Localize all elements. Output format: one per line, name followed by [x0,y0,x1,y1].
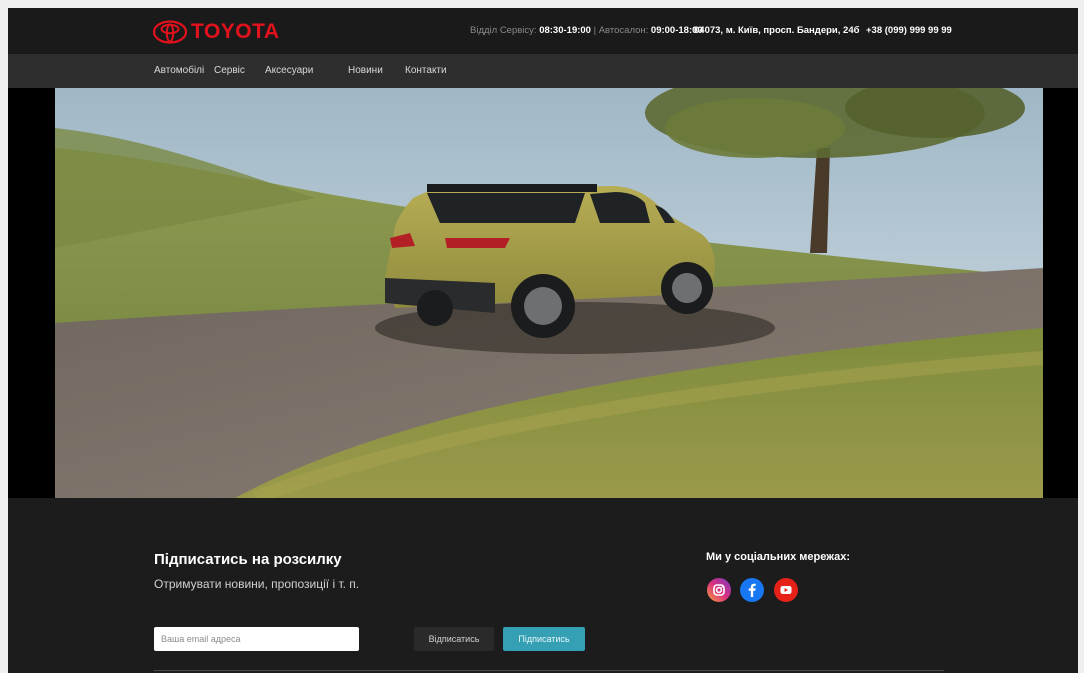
phone-number[interactable]: +38 (099) 999 99 99 [866,25,952,36]
newsletter-subtitle: Отримувати новини, пропозиції і т. п. [154,577,360,591]
showroom-label: Автосалон: [598,25,649,36]
subscribe-button[interactable]: Підписатись [503,627,585,651]
nav-item-accessories[interactable]: Аксесуари [265,65,313,76]
hero-image [55,88,1043,498]
toyota-emblem-icon [152,20,188,44]
hero-scene-illustration [55,88,1043,498]
newsletter-title: Підписатись на розсилку [154,551,342,568]
unsubscribe-button[interactable]: Відписатись [414,627,494,651]
top-bar: TOYOTA Відділ Сервісу: 08:30-19:00 | Авт… [8,8,1078,54]
facebook-icon[interactable] [740,578,764,602]
nav-item-contacts[interactable]: Контакти [405,65,447,76]
hours-separator: | [593,25,597,36]
social-title: Ми у соціальних мережах: [706,551,851,563]
nav-item-cars[interactable]: Автомобілі [154,65,204,76]
instagram-icon[interactable] [707,578,731,602]
address: 04073, м. Київ, просп. Бандери, 24б [694,25,860,36]
working-hours: Відділ Сервісу: 08:30-19:00 | Автосалон:… [470,25,703,36]
nav-item-news[interactable]: Новини [348,65,383,76]
service-label: Відділ Сервісу: [470,25,537,36]
brand-name: TOYOTA [191,20,280,43]
footer-divider [154,670,944,671]
hero-banner [8,88,1078,498]
page-frame: TOYOTA Відділ Сервісу: 08:30-19:00 | Авт… [8,8,1078,673]
toyota-logo[interactable]: TOYOTA [152,19,280,45]
service-hours: 08:30-19:00 [539,25,591,36]
email-input[interactable] [154,627,359,651]
youtube-icon[interactable] [774,578,798,602]
main-nav: Автомобілі Сервіс Аксесуари Новини Конта… [8,54,1078,88]
nav-item-service[interactable]: Сервіс [214,65,245,76]
